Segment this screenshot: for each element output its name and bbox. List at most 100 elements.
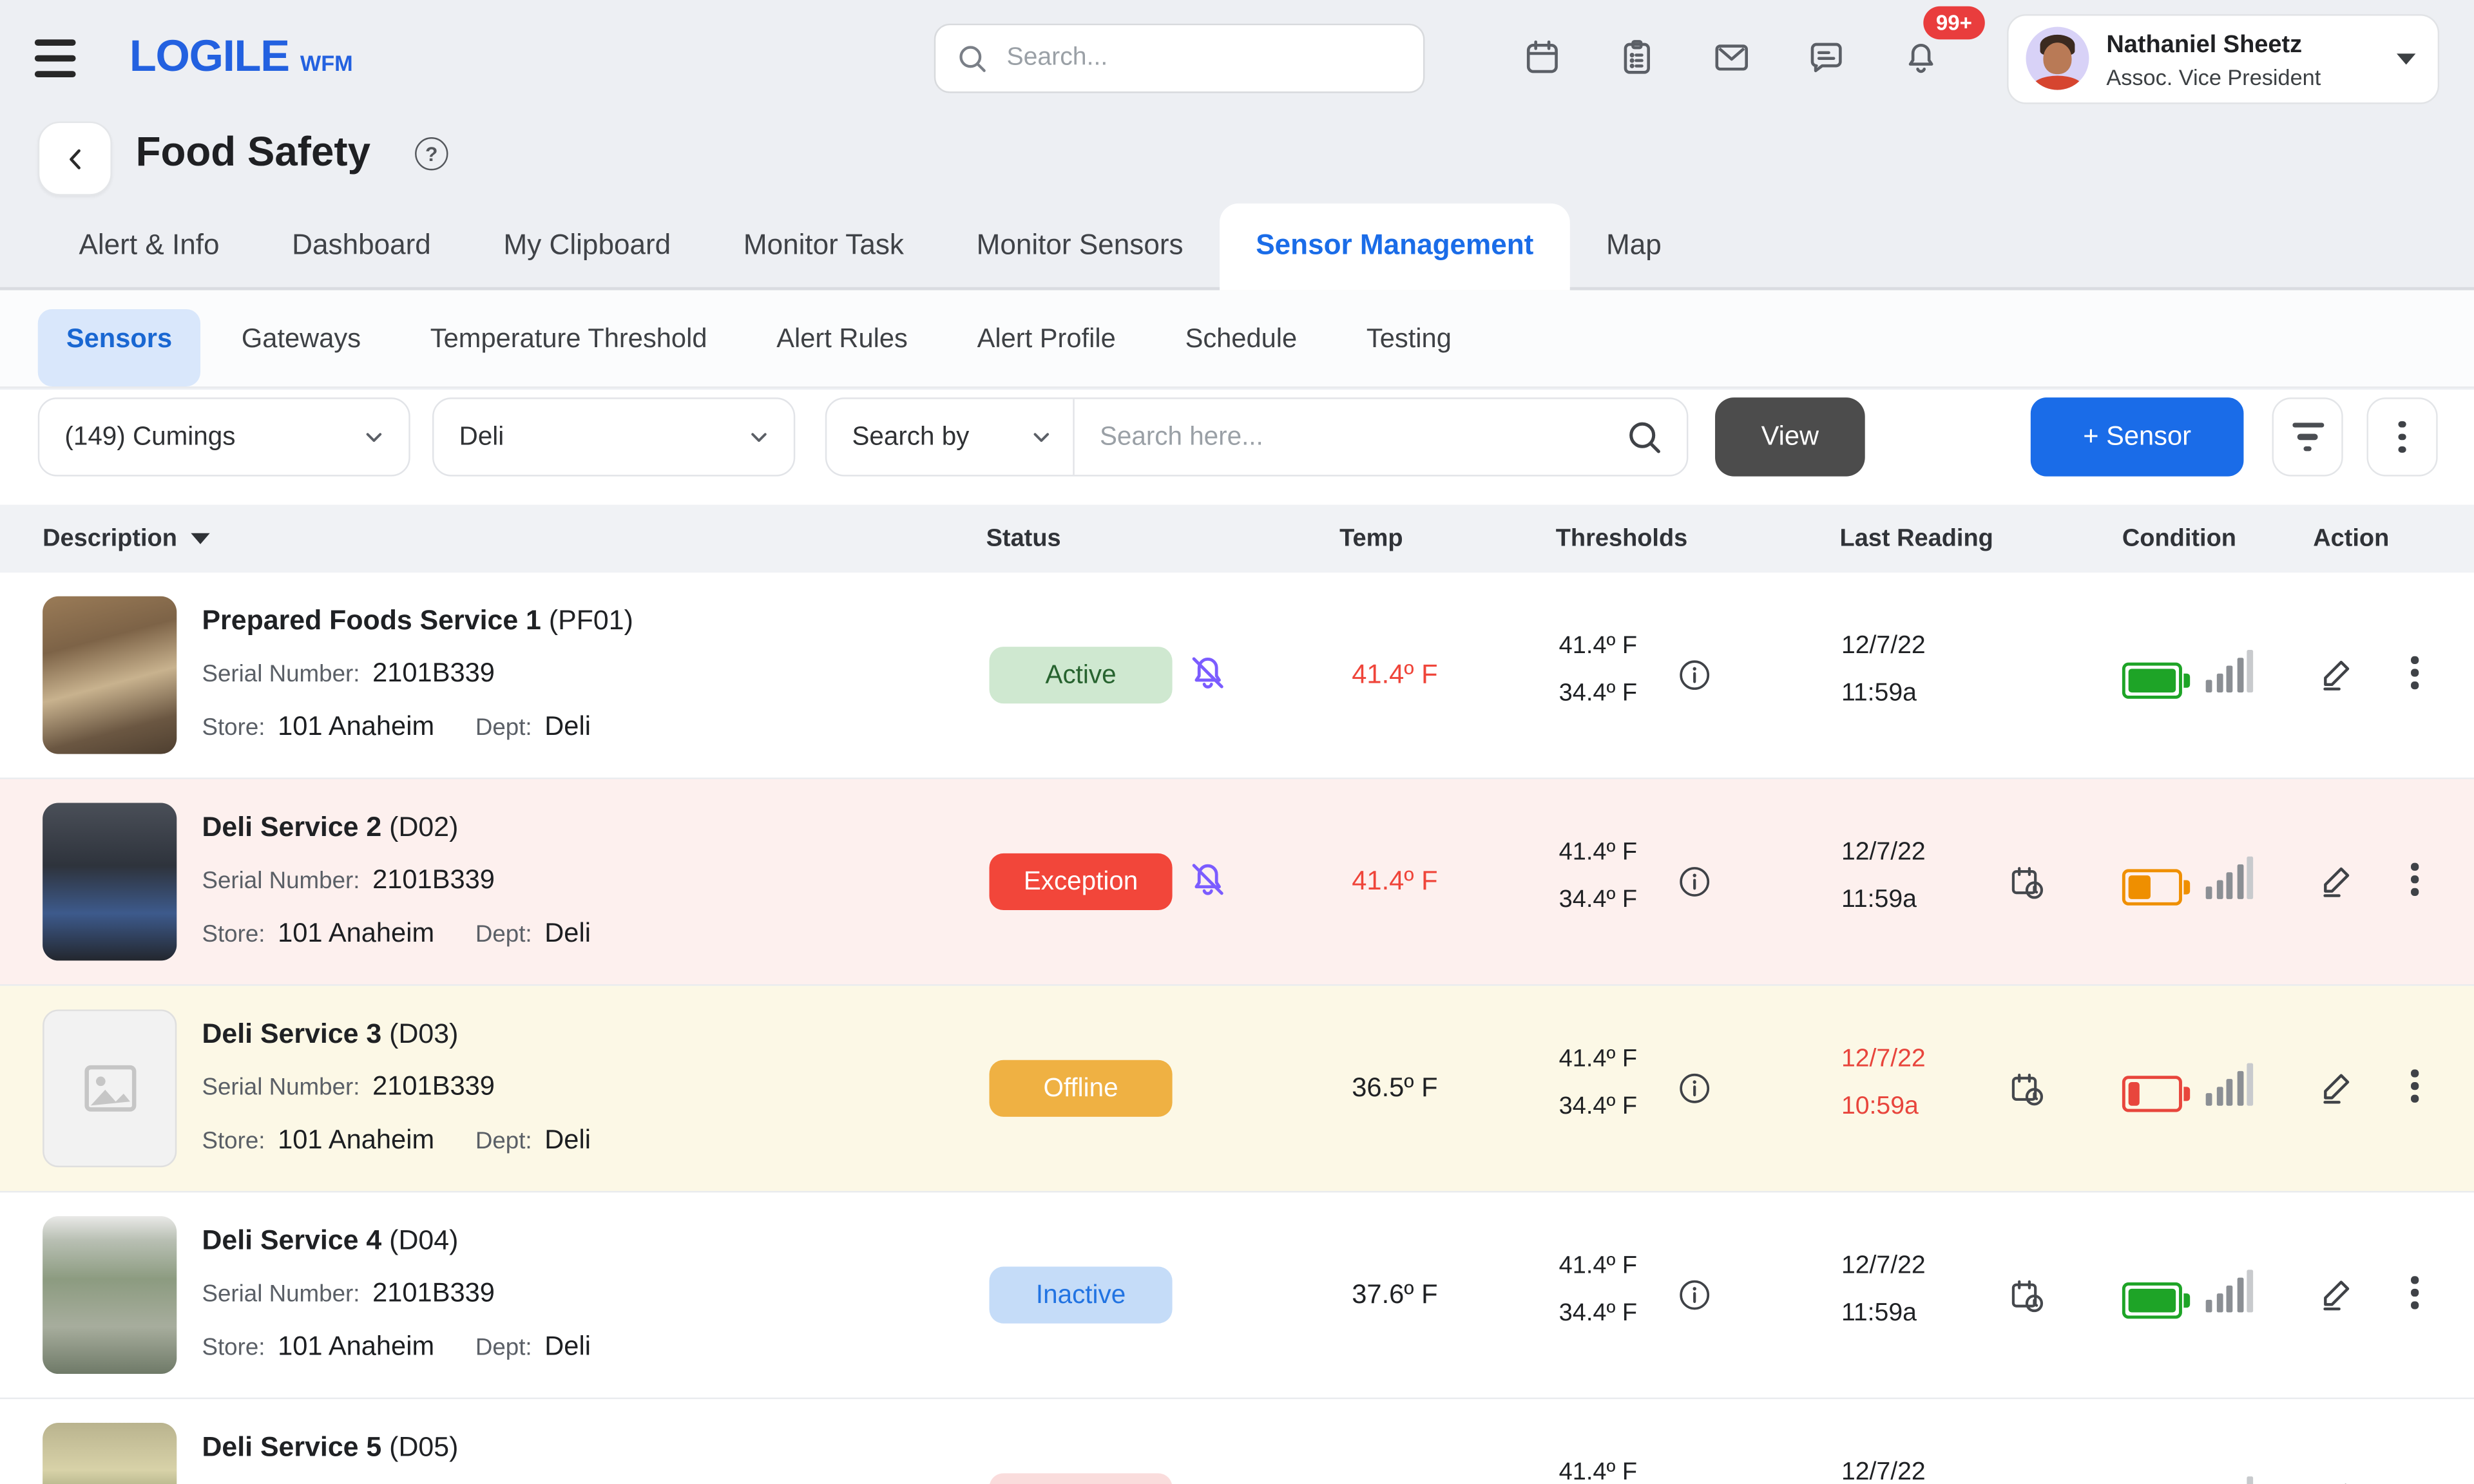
threshold-high: 41.4º F [1559, 633, 1637, 661]
sensor-table-body: Prepared Foods Service 1 (PF01) Serial N… [0, 573, 2474, 1484]
user-menu[interactable]: Nathaniel Sheetz Assoc. Vice President [2007, 14, 2439, 104]
clipboard-icon[interactable] [1617, 38, 1656, 77]
edit-icon[interactable] [2318, 861, 2356, 899]
subtab-alert-rules[interactable]: Alert Rules [748, 309, 936, 386]
threshold-high: 41.4º F [1559, 1459, 1637, 1484]
info-icon[interactable] [1679, 1072, 1711, 1104]
sensor-name: Prepared Foods Service 1 (PF01) [202, 604, 633, 637]
last-reading-date: 12/7/22 [1841, 1046, 1926, 1074]
last-reading-date: 12/7/22 [1841, 839, 1926, 868]
back-button[interactable] [38, 122, 112, 196]
sensor-name: Deli Service 5 (D05) [202, 1431, 458, 1463]
search-icon [955, 41, 990, 76]
edit-icon[interactable] [2318, 654, 2356, 692]
signal-icon [2206, 650, 2253, 692]
chevron-down-icon [361, 424, 387, 450]
subtab-sensors[interactable]: Sensors [38, 309, 200, 386]
edit-icon[interactable] [2318, 1068, 2356, 1106]
subtab-temperature-threshold[interactable]: Temperature Threshold [402, 309, 736, 386]
edit-icon[interactable] [2318, 1275, 2356, 1313]
filter-icon [2292, 423, 2323, 451]
table-row: Deli Service 3 (D03) Serial Number:2101B… [0, 986, 2474, 1193]
signal-icon [2206, 1063, 2253, 1106]
bell-slash-icon[interactable] [1187, 651, 1229, 694]
sensor-serial: Serial Number:2101B339 [202, 1278, 494, 1309]
image-placeholder-icon [78, 1057, 141, 1120]
threshold-low: 34.4º F [1559, 1093, 1637, 1121]
calendar-clock-icon [2009, 1278, 2047, 1316]
sensor-serial: Serial Number:2101B339 [202, 1071, 494, 1103]
row-more-icon[interactable] [2411, 656, 2418, 689]
status-badge: Deleted [990, 1473, 1173, 1484]
subtab-schedule[interactable]: Schedule [1156, 309, 1325, 386]
tab-map[interactable]: Map [1570, 204, 1698, 287]
column-last-reading: Last Reading [1840, 505, 1993, 573]
table-row: Deli Service 5 (D05) Serial Number:2101B… [0, 1399, 2474, 1484]
temp-value: 36.5º F [1339, 1072, 1450, 1104]
table-row: Deli Service 4 (D04) Serial Number:2101B… [0, 1192, 2474, 1399]
temp-value: 41.4º F [1339, 660, 1450, 691]
dept-filter-select[interactable]: Deli [432, 397, 795, 476]
view-button[interactable]: View [1715, 397, 1865, 476]
tab-my-clipboard[interactable]: My Clipboard [467, 204, 707, 287]
user-role: Assoc. Vice President [2106, 64, 2321, 90]
subtab-alert-profile[interactable]: Alert Profile [949, 309, 1144, 386]
calendar-icon[interactable] [1522, 38, 1562, 77]
subtab-testing[interactable]: Testing [1338, 309, 1480, 386]
threshold-low: 34.4º F [1559, 886, 1637, 915]
global-search-input[interactable] [1004, 43, 1405, 74]
search-icon[interactable] [1624, 417, 1665, 458]
info-icon[interactable] [1679, 1279, 1711, 1311]
tab-dashboard[interactable]: Dashboard [256, 204, 467, 287]
tab-monitor-sensors[interactable]: Monitor Sensors [940, 204, 1220, 287]
tab-alert-info[interactable]: Alert & Info [43, 204, 256, 287]
tab-sensor-management[interactable]: Sensor Management [1220, 204, 1570, 287]
restore-icon[interactable] [2318, 1481, 2356, 1484]
global-search[interactable] [934, 24, 1425, 93]
table-row: Prepared Foods Service 1 (PF01) Serial N… [0, 573, 2474, 779]
row-more-icon[interactable] [2411, 1069, 2418, 1101]
logo-suffix: WFM [300, 50, 353, 75]
chat-icon[interactable] [1807, 38, 1846, 77]
row-more-icon[interactable] [2411, 863, 2418, 895]
menu-icon[interactable] [35, 39, 82, 77]
info-icon[interactable] [1679, 866, 1711, 897]
logo-text: LOGILE [129, 32, 289, 82]
column-action: Action [2313, 505, 2389, 573]
column-description[interactable]: Description [43, 505, 210, 573]
sensor-photo [43, 1423, 177, 1484]
temp-value: 37.6º F [1339, 1279, 1450, 1311]
subtab-gateways[interactable]: Gateways [213, 309, 389, 386]
tab-monitor-task[interactable]: Monitor Task [707, 204, 941, 287]
status-badge: Offline [990, 1060, 1173, 1117]
sensor-store-dept: Store:101 AnaheimDept:Deli [202, 711, 591, 743]
bell-icon[interactable] [1901, 38, 1941, 77]
sensor-serial: Serial Number:2101B339 [202, 658, 494, 689]
search-by-select[interactable]: Search by [827, 399, 1074, 475]
info-icon[interactable] [1679, 660, 1711, 691]
sensor-name: Deli Service 3 (D03) [202, 1018, 458, 1051]
last-reading-date: 12/7/22 [1841, 1459, 1926, 1484]
battery-icon [2122, 663, 2182, 699]
row-more-icon[interactable] [2411, 1276, 2418, 1308]
last-reading-time: 11:59a [1841, 1300, 1917, 1328]
sort-desc-icon [191, 533, 210, 544]
last-reading-time: 11:59a [1841, 680, 1917, 709]
table-search-input[interactable] [1075, 422, 1624, 452]
threshold-low: 34.4º F [1559, 680, 1637, 709]
avatar [2026, 27, 2089, 90]
calendar-clock-icon [2009, 1071, 2047, 1109]
page-title: Food Safety [136, 128, 370, 176]
sensor-store-dept: Store:101 AnaheimDept:Deli [202, 1125, 591, 1156]
store-filter-select[interactable]: (149) Cumings [38, 397, 410, 476]
mail-icon[interactable] [1712, 38, 1751, 77]
help-icon[interactable]: ? [415, 137, 448, 170]
filter-button[interactable] [2272, 397, 2343, 476]
add-sensor-button[interactable]: + Sensor [2031, 397, 2244, 476]
more-options-button[interactable] [2366, 397, 2437, 476]
chevron-left-icon [59, 143, 91, 175]
signal-icon [2206, 857, 2253, 899]
temp-value: 41.4º F [1339, 866, 1450, 897]
bell-slash-icon[interactable] [1187, 858, 1229, 900]
sensor-photo [43, 803, 177, 961]
